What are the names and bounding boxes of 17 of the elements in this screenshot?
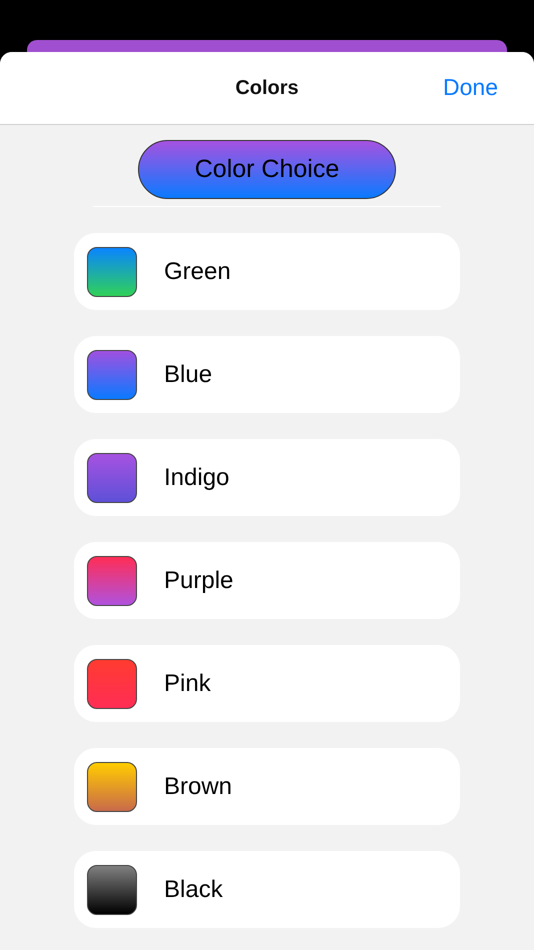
color-row[interactable]: Black [74,851,460,928]
sheet-title: Colors [235,76,299,100]
color-row[interactable]: Brown [74,748,460,825]
color-row[interactable]: Pink [74,645,460,722]
color-name: Pink [164,670,211,698]
color-name: Indigo [164,464,230,492]
done-button[interactable]: Done [443,74,498,101]
color-row[interactable]: Green [74,233,460,310]
color-name: Black [164,876,223,904]
color-row[interactable]: Indigo [74,439,460,516]
color-row[interactable]: Purple [74,542,460,619]
color-name: Brown [164,772,232,800]
color-name: Purple [164,566,234,594]
color-name: Green [164,258,231,286]
color-choice-button[interactable]: Color Choice [138,140,396,199]
color-row[interactable]: Blue [74,336,460,413]
color-name: Blue [164,360,212,388]
